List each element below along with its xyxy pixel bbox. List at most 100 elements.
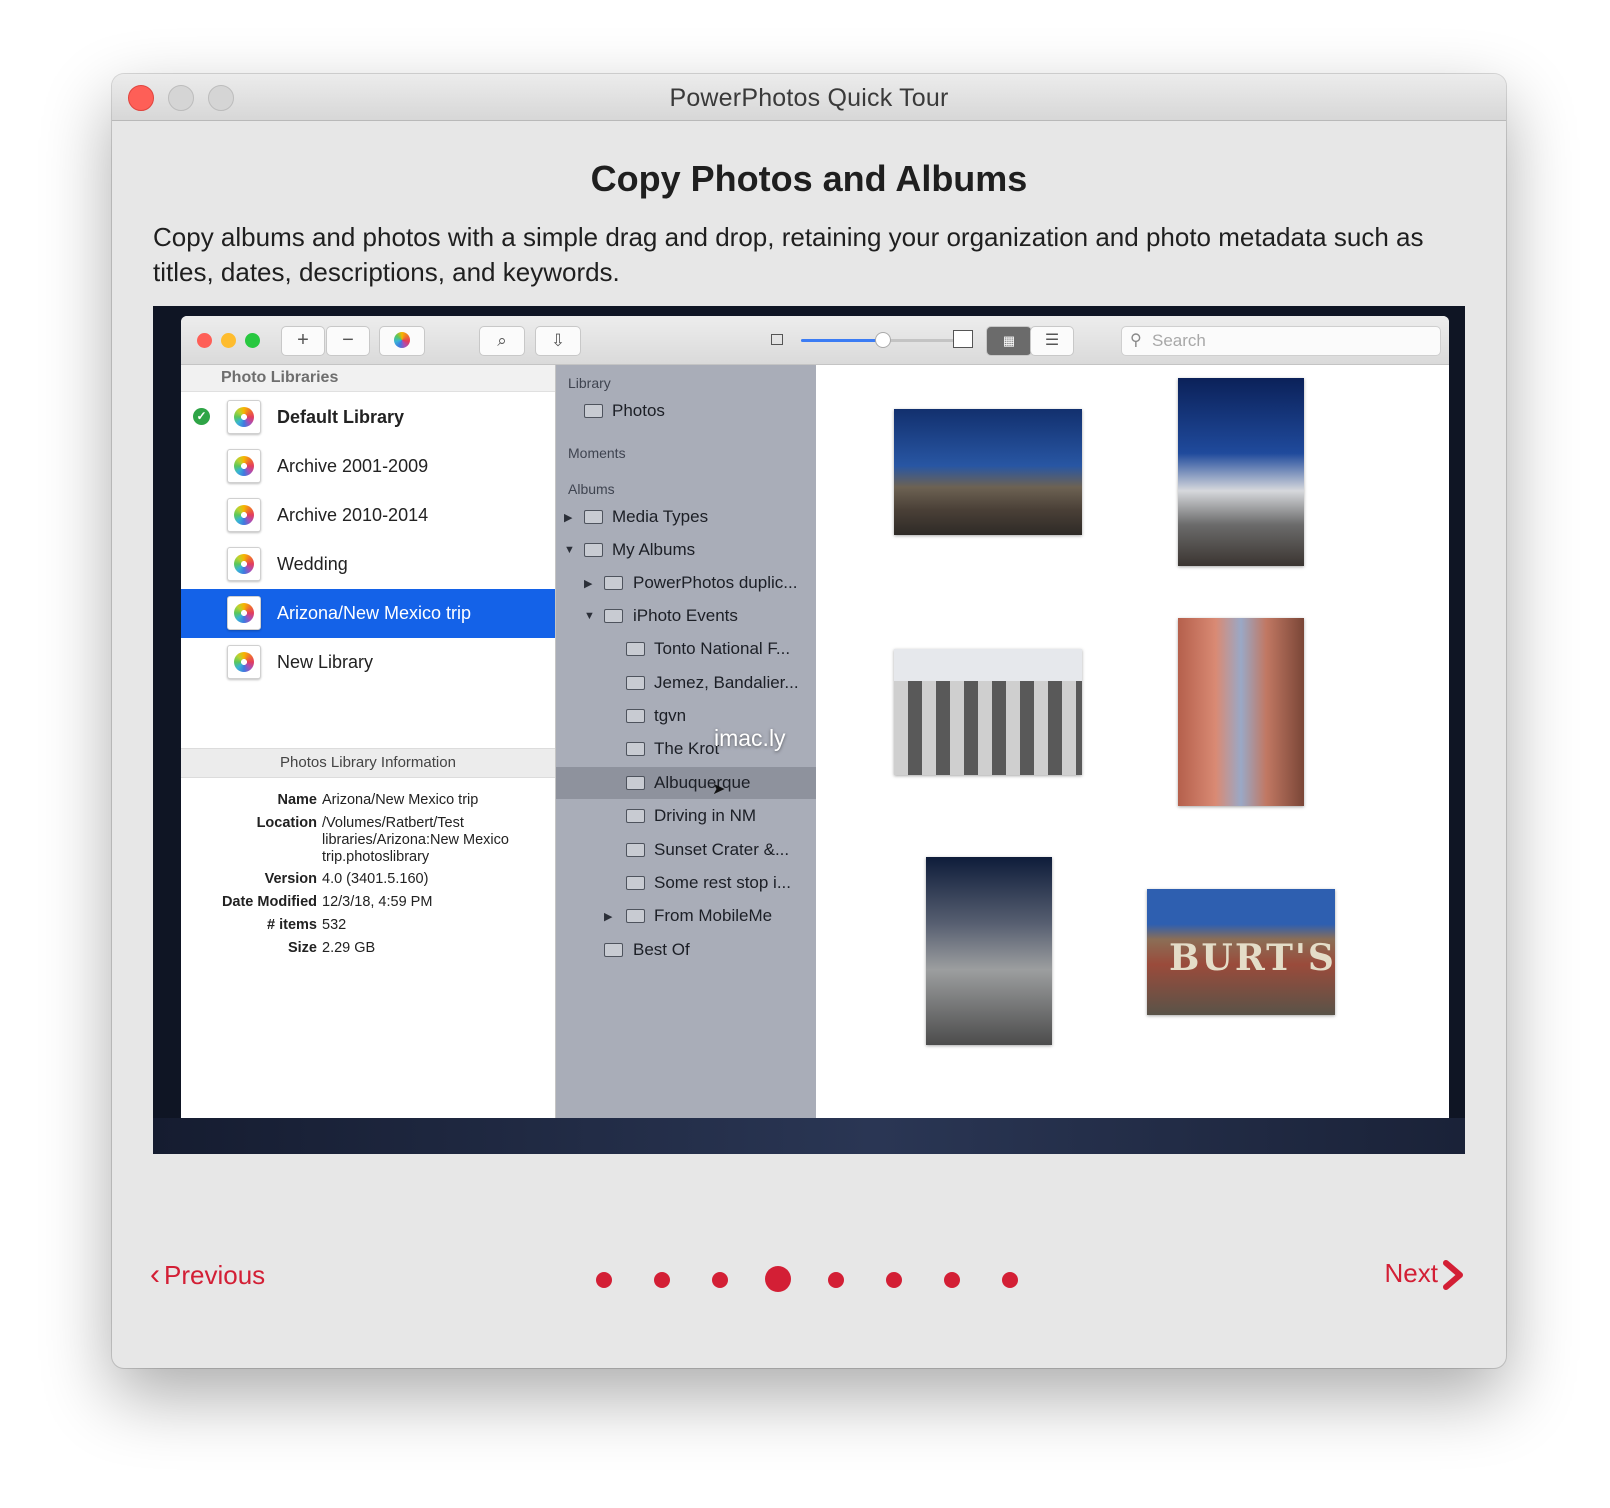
photo-thumbnail: [926, 857, 1052, 1045]
photo-thumbnail: [1178, 378, 1304, 566]
library-item: Wedding: [181, 540, 555, 589]
libraries-pane: Photo Libraries ✓ Default Library Archiv…: [181, 365, 556, 1118]
library-item-selected: Arizona/New Mexico trip: [181, 589, 555, 638]
title-bar: PowerPhotos Quick Tour: [112, 74, 1506, 121]
page-dot[interactable]: [944, 1272, 960, 1288]
page-dot[interactable]: [1002, 1272, 1018, 1288]
album-item: Driving in NM: [556, 800, 816, 832]
album-icon: [626, 642, 645, 656]
album-item: Best Of: [556, 934, 816, 966]
album-icon: [626, 876, 645, 890]
photos-app-icon: [379, 326, 425, 356]
photo-thumbnail: [894, 649, 1082, 775]
photos-library-icon: [227, 498, 261, 532]
photos-library-icon: [227, 596, 261, 630]
library-section-label: Library: [568, 375, 611, 391]
albums-section-label: Albums: [568, 481, 615, 497]
disclosure-right-icon: ▶: [564, 512, 573, 524]
previous-label: Previous: [164, 1260, 266, 1290]
mouse-cursor-icon: ➤: [712, 781, 726, 798]
desktop-background: [153, 1118, 1465, 1154]
disclosure-right-icon: ▶: [604, 911, 613, 923]
chevron-left-icon: ‹: [150, 1258, 160, 1291]
photo-thumbnail: [894, 409, 1082, 535]
album-item: Some rest stop i...: [556, 867, 816, 899]
page-dot[interactable]: [886, 1272, 902, 1288]
page-indicator: [596, 1266, 1026, 1296]
library-item: ✓ Default Library: [181, 393, 555, 442]
folder-icon: [626, 909, 645, 923]
album-folder: ▼ iPhoto Events: [584, 606, 738, 625]
libraries-header: Photo Libraries: [181, 365, 555, 392]
default-check-icon: ✓: [193, 408, 210, 425]
album-icon: [626, 809, 645, 823]
album-folder: ▶ From MobileMe: [604, 906, 773, 925]
search-icon: ⚲: [1130, 332, 1142, 349]
disclosure-right-icon: ▶: [584, 578, 593, 590]
add-icon: +: [281, 326, 325, 356]
album-item-highlighted: Albuquerque ➤: [556, 767, 816, 799]
library-item: Archive 2010-2014: [181, 491, 555, 540]
disclosure-down-icon: ▼: [564, 544, 575, 556]
albums-pane: Library Photos Moments Albums ▶ Media Ty…: [556, 365, 816, 1118]
photos-library-icon: [227, 645, 261, 679]
remove-icon: −: [326, 326, 370, 356]
small-thumb-icon: [771, 334, 783, 345]
tour-window: PowerPhotos Quick Tour Copy Photos and A…: [112, 74, 1506, 1368]
album-item: Sunset Crater &...: [556, 834, 816, 866]
merge-icon: ⇩: [535, 326, 581, 356]
page-heading: Copy Photos and Albums: [590, 158, 1028, 199]
album-folder: ▶ PowerPhotos duplic...: [584, 573, 798, 592]
photos-library-icon: [227, 400, 261, 434]
next-button[interactable]: Next: [1385, 1258, 1466, 1298]
grid-view-icon: ▦: [986, 326, 1032, 356]
app-close-dot: [197, 333, 212, 348]
album-folder: ▼ My Albums: [564, 540, 696, 559]
thumbnail-size-slider: [801, 332, 971, 348]
album-folder: ▶ Media Types: [564, 507, 709, 526]
photo-grid: BURT'S: [817, 365, 1449, 1118]
photos-library-icon: [227, 449, 261, 483]
tour-screenshot: + − ⌕ ⇩ ▦ ☰ ⚲ Search Photo Libraries ✓ D…: [153, 306, 1465, 1154]
album-icon: [626, 676, 645, 690]
moments-section-label: Moments: [568, 445, 626, 461]
page-dot-current[interactable]: [765, 1266, 791, 1292]
large-thumb-icon: [953, 330, 973, 348]
disclosure-down-icon: ▼: [584, 610, 595, 622]
folder-icon: [584, 543, 603, 557]
folder-icon: [604, 576, 623, 590]
folder-icon: [584, 510, 603, 524]
photos-library-icon: [227, 547, 261, 581]
window-title: PowerPhotos Quick Tour: [669, 84, 949, 112]
app-search-field: ⚲ Search: [1121, 326, 1441, 356]
album-icon: [626, 709, 645, 723]
page-dot[interactable]: [654, 1272, 670, 1288]
app-minimize-dot: [221, 333, 236, 348]
page-dot[interactable]: [596, 1272, 612, 1288]
chevron-right-icon: [1443, 1260, 1463, 1291]
app-zoom-dot: [245, 333, 260, 348]
album-icon: [626, 776, 645, 790]
next-label: Next: [1384, 1258, 1438, 1288]
page-dot[interactable]: [828, 1272, 844, 1288]
page-dot[interactable]: [712, 1272, 728, 1288]
find-duplicates-icon: ⌕: [479, 326, 525, 356]
library-item: Archive 2001-2009: [181, 442, 555, 491]
album-icon: [626, 843, 645, 857]
album-icon: [604, 943, 623, 957]
library-info-header: Photos Library Information: [181, 748, 555, 778]
photo-thumbnail: [1178, 618, 1304, 806]
list-view-icon: ☰: [1030, 326, 1074, 356]
app-toolbar: + − ⌕ ⇩ ▦ ☰ ⚲ Search: [181, 316, 1449, 365]
search-placeholder: Search: [1152, 331, 1206, 350]
album-icon: [626, 742, 645, 756]
watermark: imac.ly: [714, 725, 786, 751]
app-window-preview: + − ⌕ ⇩ ▦ ☰ ⚲ Search Photo Libraries ✓ D…: [181, 316, 1449, 1118]
folder-icon: [604, 609, 623, 623]
photos-icon: [584, 404, 603, 418]
previous-button[interactable]: ‹ Previous: [150, 1258, 265, 1298]
library-item: New Library: [181, 638, 555, 687]
photo-thumbnail: BURT'S: [1147, 889, 1335, 1015]
page-description: Copy albums and photos with a simple dra…: [153, 222, 1424, 287]
album-item: Tonto National F...: [556, 633, 816, 665]
